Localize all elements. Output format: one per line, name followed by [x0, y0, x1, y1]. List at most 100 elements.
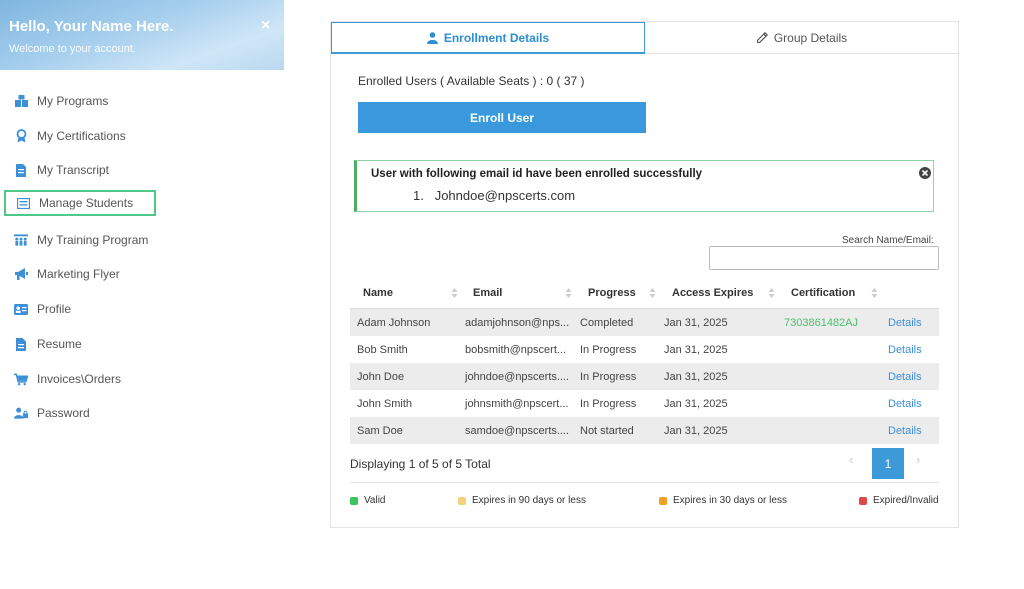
table-row: John Doe johndoe@npscerts.... In Progres…	[350, 363, 939, 390]
table-row: Adam Johnson adamjohnson@nps... Complete…	[350, 309, 939, 336]
sort-icon[interactable]	[768, 286, 775, 300]
cell-progress: In Progress	[580, 371, 637, 383]
page-root: Hello, Your Name Here. Welcome to your a…	[0, 0, 1024, 589]
cell-email: johndoe@npscerts....	[465, 371, 570, 383]
alert-item-email: Johndoe@npscerts.com	[434, 188, 576, 203]
sidebar-item-label: Invoices\Orders	[37, 372, 122, 386]
sidebar-item-label: My Transcript	[37, 163, 110, 177]
document-icon	[14, 163, 28, 177]
cell-access-expires: Jan 31, 2025	[664, 317, 728, 329]
cell-email: bobsmith@npscert...	[465, 344, 567, 356]
search-input[interactable]	[709, 246, 939, 270]
legend-swatch	[458, 496, 466, 505]
sort-icon[interactable]	[451, 286, 458, 300]
sidebar-item-my-transcript[interactable]: My Transcript	[4, 157, 109, 183]
table-row: Bob Smith bobsmith@npscert... In Progres…	[350, 336, 939, 363]
pagination-prev-button[interactable]: ‹	[849, 452, 863, 472]
cell-name: John Smith	[357, 398, 413, 410]
legend-label: Expired/Invalid	[873, 495, 939, 506]
cell-email: samdoe@npscerts....	[465, 425, 570, 437]
legend-item-expires-30: Expires in 30 days or less	[659, 495, 787, 506]
sidebar-item-label: My Certifications	[37, 129, 126, 143]
cell-certification: 7303861482AJ	[784, 317, 859, 329]
column-header-email[interactable]: Email	[473, 287, 502, 299]
success-alert: User with following email id have been e…	[354, 160, 934, 212]
details-link[interactable]: Details	[888, 371, 922, 383]
legend-swatch	[859, 496, 867, 505]
sidebar-item-invoices-orders[interactable]: Invoices\Orders	[4, 366, 121, 392]
sidebar-item-my-certifications[interactable]: My Certifications	[4, 123, 126, 149]
welcome-text: Welcome to your account.	[9, 43, 136, 55]
details-link[interactable]: Details	[888, 317, 922, 329]
cell-access-expires: Jan 31, 2025	[664, 344, 728, 356]
alert-email-item: 1. Johndoe@npscerts.com	[413, 188, 575, 203]
sidebar-item-label: Password	[37, 406, 90, 420]
cart-icon	[14, 372, 28, 386]
legend-label: Expires in 90 days or less	[472, 495, 586, 506]
sidebar-item-password[interactable]: Password	[4, 400, 90, 426]
tab-group-details[interactable]: Group Details	[645, 22, 959, 54]
megaphone-icon	[14, 267, 28, 281]
cell-progress: Completed	[580, 317, 634, 329]
pencil-icon	[756, 32, 768, 43]
tab-enrollment-details[interactable]: Enrollment Details	[331, 22, 645, 54]
cell-name: John Doe	[357, 371, 405, 383]
search-label: Search Name/Email:	[842, 235, 934, 246]
cell-email: adamjohnson@nps...	[465, 317, 570, 329]
legend-swatch	[350, 496, 358, 505]
cell-email: johnsmith@npscert...	[465, 398, 569, 410]
sidebar-item-marketing-flyer[interactable]: Marketing Flyer	[4, 261, 120, 287]
cell-progress: Not started	[580, 425, 634, 437]
user-icon	[426, 31, 438, 44]
sidebar-item-label: My Programs	[37, 94, 109, 108]
sidebar-item-my-training-program[interactable]: My Training Program	[4, 227, 148, 253]
alert-item-number: 1.	[413, 188, 424, 203]
details-link[interactable]: Details	[888, 425, 922, 437]
close-circle-icon[interactable]	[919, 166, 931, 179]
enrolled-seats-text: Enrolled Users ( Available Seats ) : 0 (…	[358, 74, 585, 88]
column-header-access-expires[interactable]: Access Expires	[672, 287, 753, 299]
legend-label: Expires in 30 days or less	[673, 495, 787, 506]
sidebar-item-resume[interactable]: Resume	[4, 331, 82, 357]
alert-title: User with following email id have been e…	[371, 168, 703, 180]
cell-name: Adam Johnson	[357, 317, 431, 329]
cell-name: Sam Doe	[357, 425, 403, 437]
divider	[350, 482, 939, 483]
sidebar-header: Hello, Your Name Here. Welcome to your a…	[0, 0, 284, 70]
sidebar-item-label: My Training Program	[37, 233, 149, 247]
sort-icon[interactable]	[565, 286, 572, 300]
sidebar: Hello, Your Name Here. Welcome to your a…	[0, 0, 284, 589]
sort-icon[interactable]	[649, 286, 656, 300]
sidebar-item-label: Resume	[37, 337, 82, 351]
column-header-name[interactable]: Name	[363, 287, 393, 299]
pagination-page-1[interactable]: 1	[872, 448, 904, 479]
table-header: Name Email Progress Access Expires Certi…	[350, 279, 939, 309]
enrollment-card: Enrollment Details Group Details Enrolle…	[330, 21, 959, 528]
pagination-summary: Displaying 1 of 5 of 5 Total	[350, 457, 491, 471]
id-card-icon	[14, 302, 28, 316]
details-link[interactable]: Details	[888, 344, 922, 356]
boxes-icon	[14, 94, 28, 108]
pagination-next-button[interactable]: ›	[916, 452, 930, 472]
sidebar-item-my-programs[interactable]: My Programs	[4, 88, 108, 114]
column-header-progress[interactable]: Progress	[588, 287, 636, 299]
file-icon	[14, 337, 28, 351]
details-link[interactable]: Details	[888, 398, 922, 410]
sidebar-item-manage-students[interactable]: Manage Students	[4, 190, 156, 216]
list-table-icon	[16, 196, 30, 210]
sidebar-item-label: Profile	[37, 302, 72, 316]
cell-access-expires: Jan 31, 2025	[664, 425, 728, 437]
close-icon[interactable]: ×	[261, 17, 270, 35]
table-row: Sam Doe samdoe@npscerts.... Not started …	[350, 417, 939, 444]
sidebar-item-label: Manage Students	[39, 196, 134, 210]
table-row: John Smith johnsmith@npscert... In Progr…	[350, 390, 939, 417]
column-header-certification[interactable]: Certification	[791, 287, 855, 299]
legend-swatch	[659, 496, 667, 505]
greeting-text: Hello, Your Name Here.	[9, 18, 174, 35]
sort-icon[interactable]	[871, 286, 878, 300]
tab-label: Group Details	[773, 30, 848, 45]
sidebar-item-profile[interactable]: Profile	[4, 296, 71, 322]
enroll-user-button[interactable]: Enroll User	[358, 102, 646, 133]
group-training-icon	[14, 233, 28, 247]
award-icon	[14, 129, 28, 143]
